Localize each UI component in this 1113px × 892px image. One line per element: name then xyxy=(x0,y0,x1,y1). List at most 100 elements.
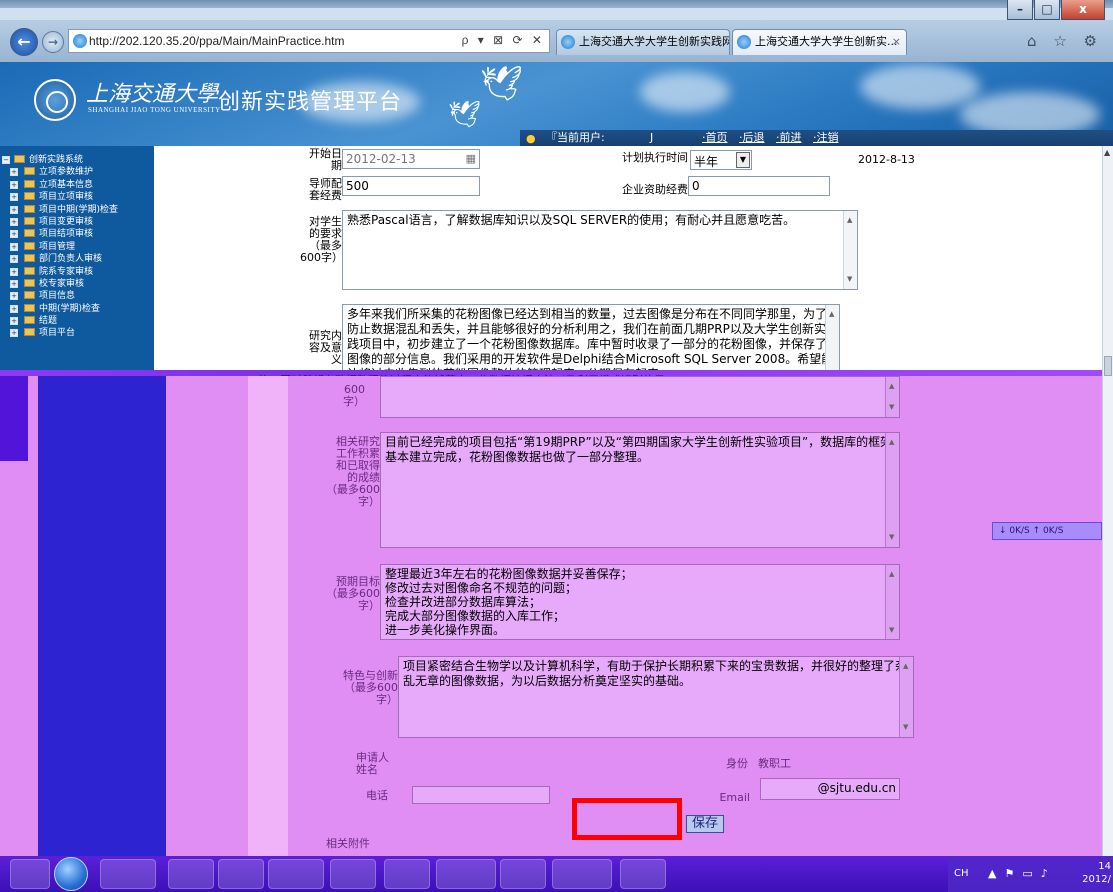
user-bar: ● 『当前用户: J ·首页 ·后退 ·前进 ·注销 xyxy=(520,130,1113,146)
page-scrollbar[interactable]: ▲ xyxy=(1102,146,1113,856)
textarea-scrollbar[interactable] xyxy=(885,433,899,547)
taskbar-item[interactable] xyxy=(10,859,50,889)
tree-root[interactable]: − 创新实践系统 xyxy=(0,154,154,166)
taskbar-app-icon[interactable] xyxy=(168,859,214,889)
tree-item[interactable]: + 项目变更审核 xyxy=(0,216,154,228)
research-textarea[interactable]: 多年来我们所采集的花粉图像已经达到相当的数量，过去图像是分布在不同同学那里，为了… xyxy=(342,304,840,376)
taskbar-app-icon[interactable] xyxy=(552,859,612,889)
tree-item[interactable]: + 项目结项审核 xyxy=(0,228,154,240)
student-requirement-textarea[interactable]: 熟悉Pascal语言，了解数据库知识以及SQL SERVER的使用；有耐心并且愿… xyxy=(342,210,858,290)
textarea-scrollbar[interactable] xyxy=(843,211,857,289)
computer-icon xyxy=(14,155,25,163)
tray-icons[interactable]: ▲⚑▭♪ xyxy=(988,867,1056,880)
textarea-scrollbar[interactable] xyxy=(885,565,899,639)
taskbar-app-icon[interactable] xyxy=(384,859,430,889)
tree-item[interactable]: + 项目管理 xyxy=(0,241,154,253)
logout-link[interactable]: ·注销 xyxy=(813,131,839,144)
taskbar-app-icon[interactable] xyxy=(436,859,496,889)
forward-button[interactable]: → xyxy=(42,31,64,53)
calendar-icon[interactable]: ▦ xyxy=(466,152,476,165)
related-work-textarea[interactable]: 目前已经完成的项目包括“第19期PRP”以及“第四期国家大学生创新性实验项目”，… xyxy=(380,432,900,548)
folder-icon xyxy=(24,204,35,213)
collapse-icon[interactable]: − xyxy=(2,156,10,164)
tree-item[interactable]: + 结题 xyxy=(0,315,154,327)
taskbar-app-icon[interactable] xyxy=(620,859,666,889)
expand-icon[interactable]: + xyxy=(10,292,18,301)
company-fund-field[interactable]: 0 xyxy=(688,176,830,196)
taskbar-explorer-icon[interactable] xyxy=(100,859,156,889)
expand-icon[interactable]: + xyxy=(10,168,18,177)
browser-tab[interactable]: 上海交通大学大学生创新实践网 xyxy=(556,29,730,55)
address-bar[interactable]: http://202.120.35.20/ppa/Main/MainPracti… xyxy=(68,29,550,53)
folder-icon xyxy=(24,229,35,238)
dropdown-arrow-icon[interactable]: ▼ xyxy=(736,152,750,168)
goals-textarea[interactable]: 整理最近3年左右的花粉图像数据并妥善保存； 修改过去对图像命名不规范的问题； 检… xyxy=(380,564,900,640)
tree-item[interactable]: + 校专家审核 xyxy=(0,278,154,290)
features-textarea[interactable]: 项目紧密结合生物学以及计算机科学，有助于保护长期积累下来的宝贵数据，并很好的整理… xyxy=(398,656,914,738)
expand-icon[interactable]: + xyxy=(10,279,18,288)
scroll-thumb[interactable] xyxy=(1104,356,1112,376)
tree-item[interactable]: + 立项参数维护 xyxy=(0,166,154,178)
browser-tool-icons[interactable]: ⌂ ☆ ⚙ xyxy=(1027,32,1103,50)
highlight-box xyxy=(572,798,682,840)
folder-icon xyxy=(24,167,35,176)
start-button[interactable] xyxy=(54,857,88,891)
research-textarea-tail[interactable] xyxy=(380,376,900,418)
textarea-scrollbar[interactable] xyxy=(899,657,913,737)
phone-field[interactable] xyxy=(412,786,550,804)
expand-icon[interactable]: + xyxy=(10,193,18,202)
applicant-label: 申请人姓名 xyxy=(356,751,389,776)
taskbar-app-icon[interactable] xyxy=(268,859,324,889)
folder-icon xyxy=(24,179,35,188)
features-text: 项目紧密结合生物学以及计算机科学，有助于保护长期积累下来的宝贵数据，并很好的整理… xyxy=(403,659,908,688)
expand-icon[interactable]: + xyxy=(10,317,18,326)
expand-icon[interactable]: + xyxy=(10,205,18,214)
expand-icon[interactable]: + xyxy=(10,180,18,189)
save-button[interactable]: 保存 xyxy=(686,815,724,833)
tree-item[interactable]: + 立项基本信息 xyxy=(0,179,154,191)
expand-icon[interactable]: + xyxy=(10,242,18,251)
home-link[interactable]: ·首页 xyxy=(702,131,728,144)
maximize-button[interactable]: □ xyxy=(1034,0,1060,20)
mentor-fund-field[interactable]: 500 xyxy=(342,176,480,196)
tree-item[interactable]: + 院系专家审核 xyxy=(0,266,154,278)
tree-item[interactable]: + 项目中期(学期)检查 xyxy=(0,204,154,216)
minimize-button[interactable]: – xyxy=(1007,0,1033,20)
tree-label: 项目管理 xyxy=(39,241,76,252)
language-indicator[interactable]: CH xyxy=(954,868,969,879)
goals-label: 预期目标（最多600字） xyxy=(326,575,380,612)
tree-item[interactable]: + 项目信息 xyxy=(0,290,154,302)
back-link[interactable]: ·后退 xyxy=(739,131,765,144)
expand-icon[interactable]: + xyxy=(10,230,18,239)
textarea-scrollbar[interactable] xyxy=(885,377,899,417)
expand-icon[interactable]: + xyxy=(10,217,18,226)
email-field[interactable]: @sjtu.edu.cn xyxy=(760,778,900,800)
clock[interactable]: 14 2012/ xyxy=(1082,860,1111,886)
browser-tab-active[interactable]: 上海交通大学大学生创新实... × xyxy=(732,29,907,55)
taskbar-app-icon[interactable] xyxy=(330,859,376,889)
browser-navbar: ← → http://202.120.35.20/ppa/Main/MainPr… xyxy=(0,20,1113,62)
tree-item[interactable]: + 项目平台 xyxy=(0,327,154,339)
tree-item[interactable]: + 中期(学期)检查 xyxy=(0,303,154,315)
glitch-stripe xyxy=(248,376,288,856)
textarea-scrollbar[interactable] xyxy=(825,305,839,376)
plan-period-select[interactable]: 半年 ▼ xyxy=(690,150,752,170)
plan-period-label: 计划执行时间 xyxy=(622,151,688,164)
start-date-field[interactable]: 2012-02-13 ▦ xyxy=(342,149,480,169)
scroll-up-icon[interactable]: ▲ xyxy=(1104,148,1110,157)
expand-icon[interactable]: + xyxy=(10,267,18,276)
tab-close-icon[interactable]: × xyxy=(892,30,901,54)
taskbar-app-icon[interactable] xyxy=(500,859,546,889)
expand-icon[interactable]: + xyxy=(10,304,18,313)
school-name-english: SHANGHAI JIAO TONG UNIVERSITY xyxy=(88,106,221,114)
back-button[interactable]: ← xyxy=(10,28,38,56)
expand-icon[interactable]: + xyxy=(10,329,18,338)
address-controls[interactable]: ρ ▾ ⊠ ⟳ ✕ xyxy=(462,33,545,47)
close-window-button[interactable]: x xyxy=(1061,0,1105,20)
expand-icon[interactable]: + xyxy=(10,255,18,264)
taskbar-ie-icon[interactable] xyxy=(218,859,264,889)
tree-item[interactable]: + 部门负责人审核 xyxy=(0,253,154,265)
research-label: 研究内容及意义 xyxy=(309,329,342,366)
forward-link[interactable]: ·前进 xyxy=(776,131,802,144)
tree-item[interactable]: + 项目立项审核 xyxy=(0,191,154,203)
